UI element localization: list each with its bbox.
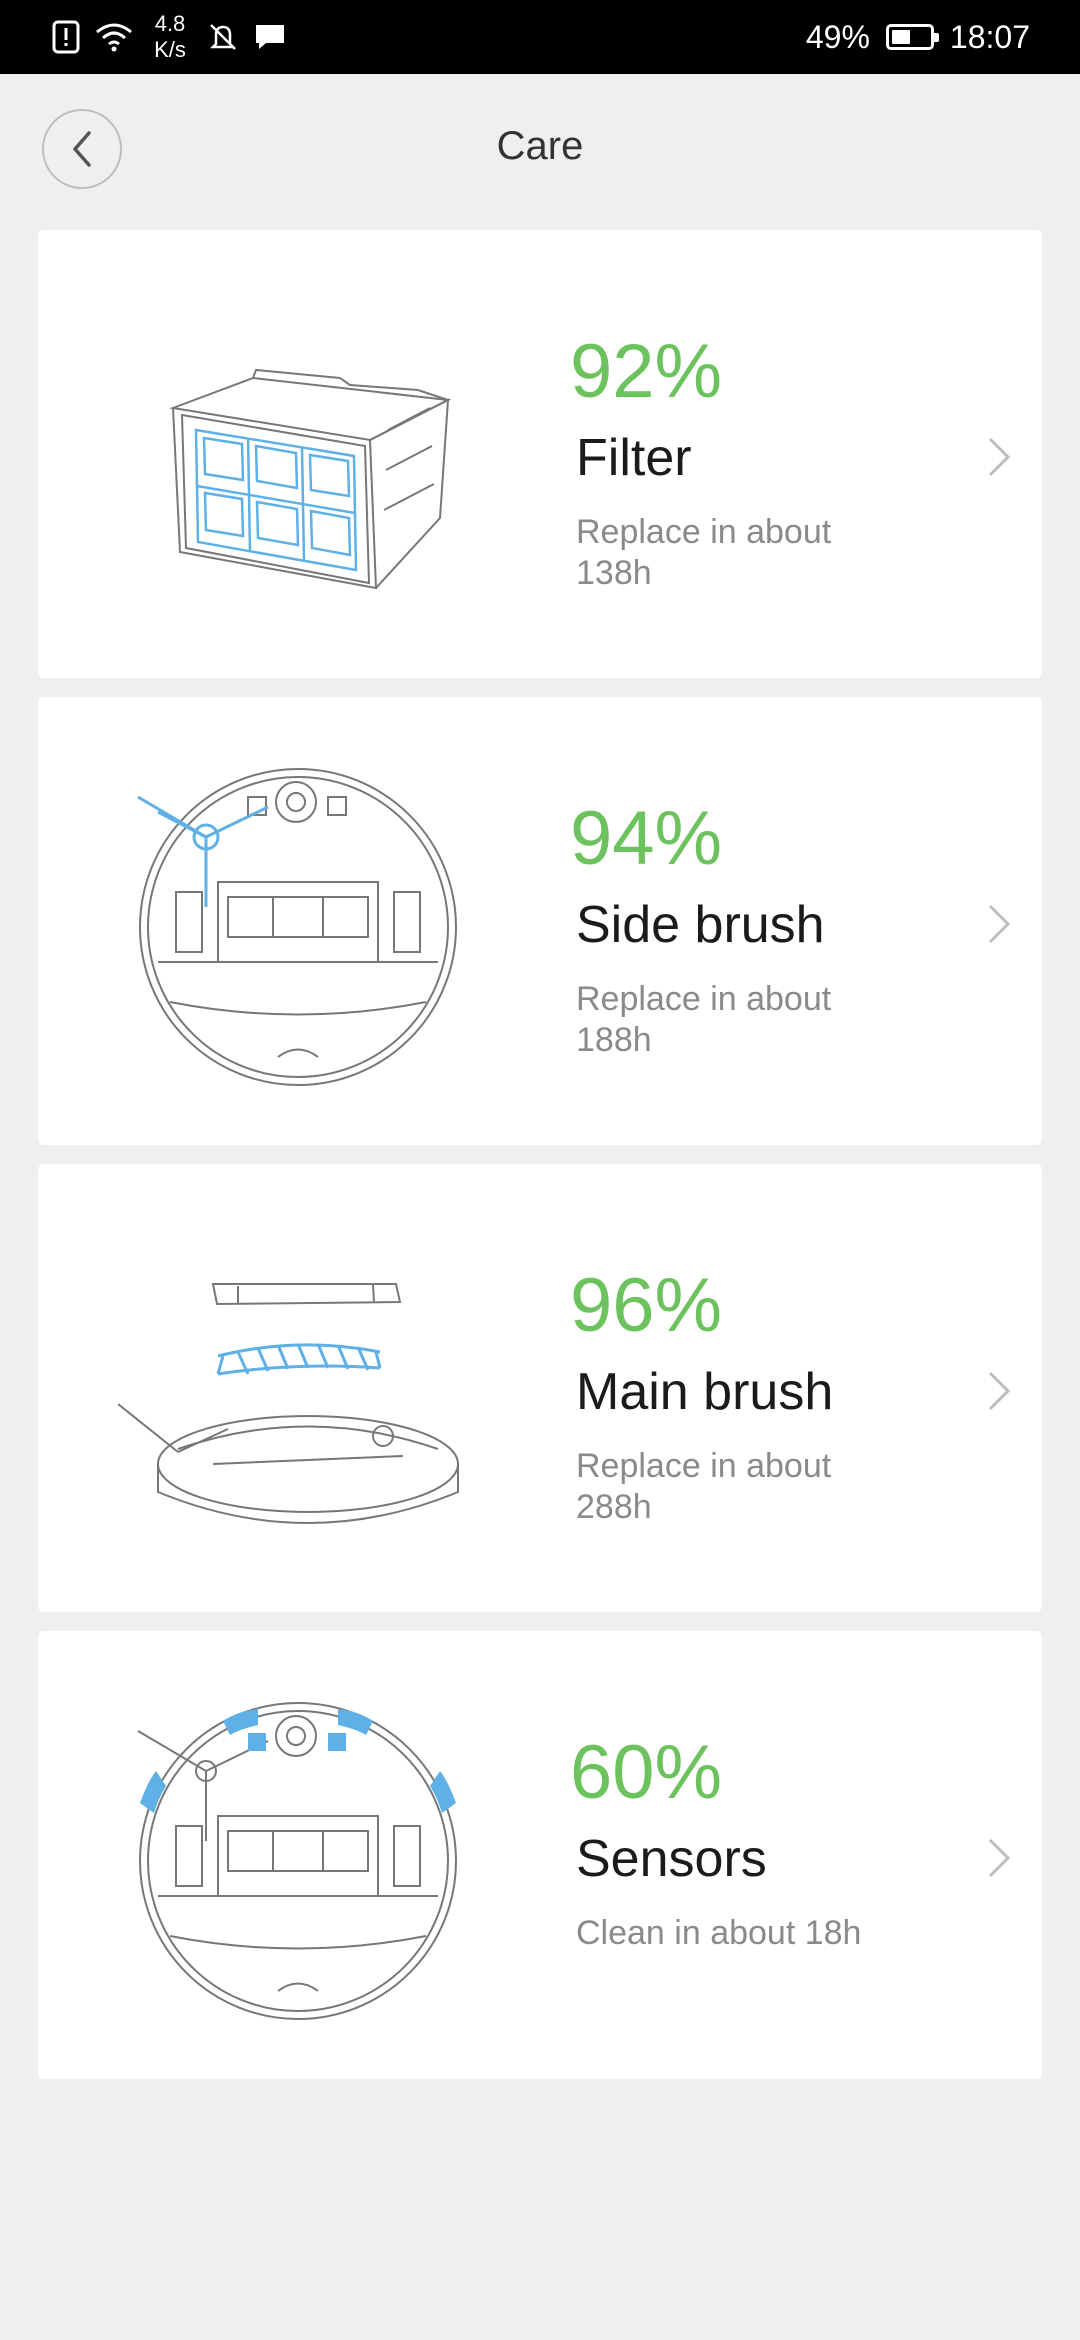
- item-name: Main brush: [576, 1363, 834, 1421]
- network-speed: 4.8 K/s: [148, 11, 192, 63]
- message-icon: [256, 25, 284, 49]
- item-description: Replace in about 138h: [576, 513, 832, 592]
- item-name: Sensors: [576, 1830, 767, 1888]
- chevron-right-icon: [988, 437, 1011, 477]
- alert-icon: [52, 20, 80, 54]
- page-title: Care: [496, 124, 584, 168]
- network-speed-unit: K/s: [154, 37, 186, 62]
- percent-value: 96%: [570, 1263, 723, 1348]
- percent-value: 60%: [570, 1730, 723, 1815]
- item-name: Filter: [576, 429, 692, 487]
- chevron-right-icon: [988, 1838, 1011, 1878]
- header: Care: [0, 74, 1080, 230]
- battery-percent: 49%: [805, 18, 870, 55]
- status-icons-right: 49% 18:07: [806, 0, 1030, 74]
- item-description: Replace in about 288h: [576, 1447, 832, 1526]
- item-name: Side brush: [576, 896, 825, 954]
- battery-icon: [885, 24, 939, 50]
- percent-value: 92%: [570, 329, 723, 414]
- care-item-filter[interactable]: 92% Filter Replace in about 138h: [38, 230, 1042, 678]
- filter-illustration: [169, 368, 452, 590]
- item-description: Replace in about 188h: [576, 980, 832, 1059]
- wifi-icon: [96, 23, 132, 52]
- battery-level: [891, 30, 910, 44]
- side-brush-illustration: [137, 768, 457, 1086]
- bell-off-icon: [209, 24, 237, 50]
- chevron-right-icon: [988, 1371, 1011, 1411]
- percent-value: 94%: [570, 796, 723, 881]
- main-brush-illustration: [118, 1283, 459, 1524]
- sensors-illustration: [137, 1702, 457, 2020]
- clock: 18:07: [949, 18, 1030, 55]
- network-speed-value: 4.8: [154, 11, 186, 36]
- care-item-main-brush[interactable]: 96% Main brush Replace in about 288h: [38, 1164, 1042, 1612]
- chevron-right-icon: [988, 904, 1011, 944]
- care-item-sensors[interactable]: 60% Sensors Clean in about 18h: [38, 1631, 1042, 2079]
- care-item-side-brush[interactable]: 94% Side brush Replace in about 188h: [38, 697, 1042, 1145]
- status-icons-left: 4.8 K/s: [52, 0, 286, 74]
- item-description: Clean in about 18h: [576, 1914, 862, 1952]
- status-bar: 4.8 K/s 49% 18:07: [0, 0, 1080, 74]
